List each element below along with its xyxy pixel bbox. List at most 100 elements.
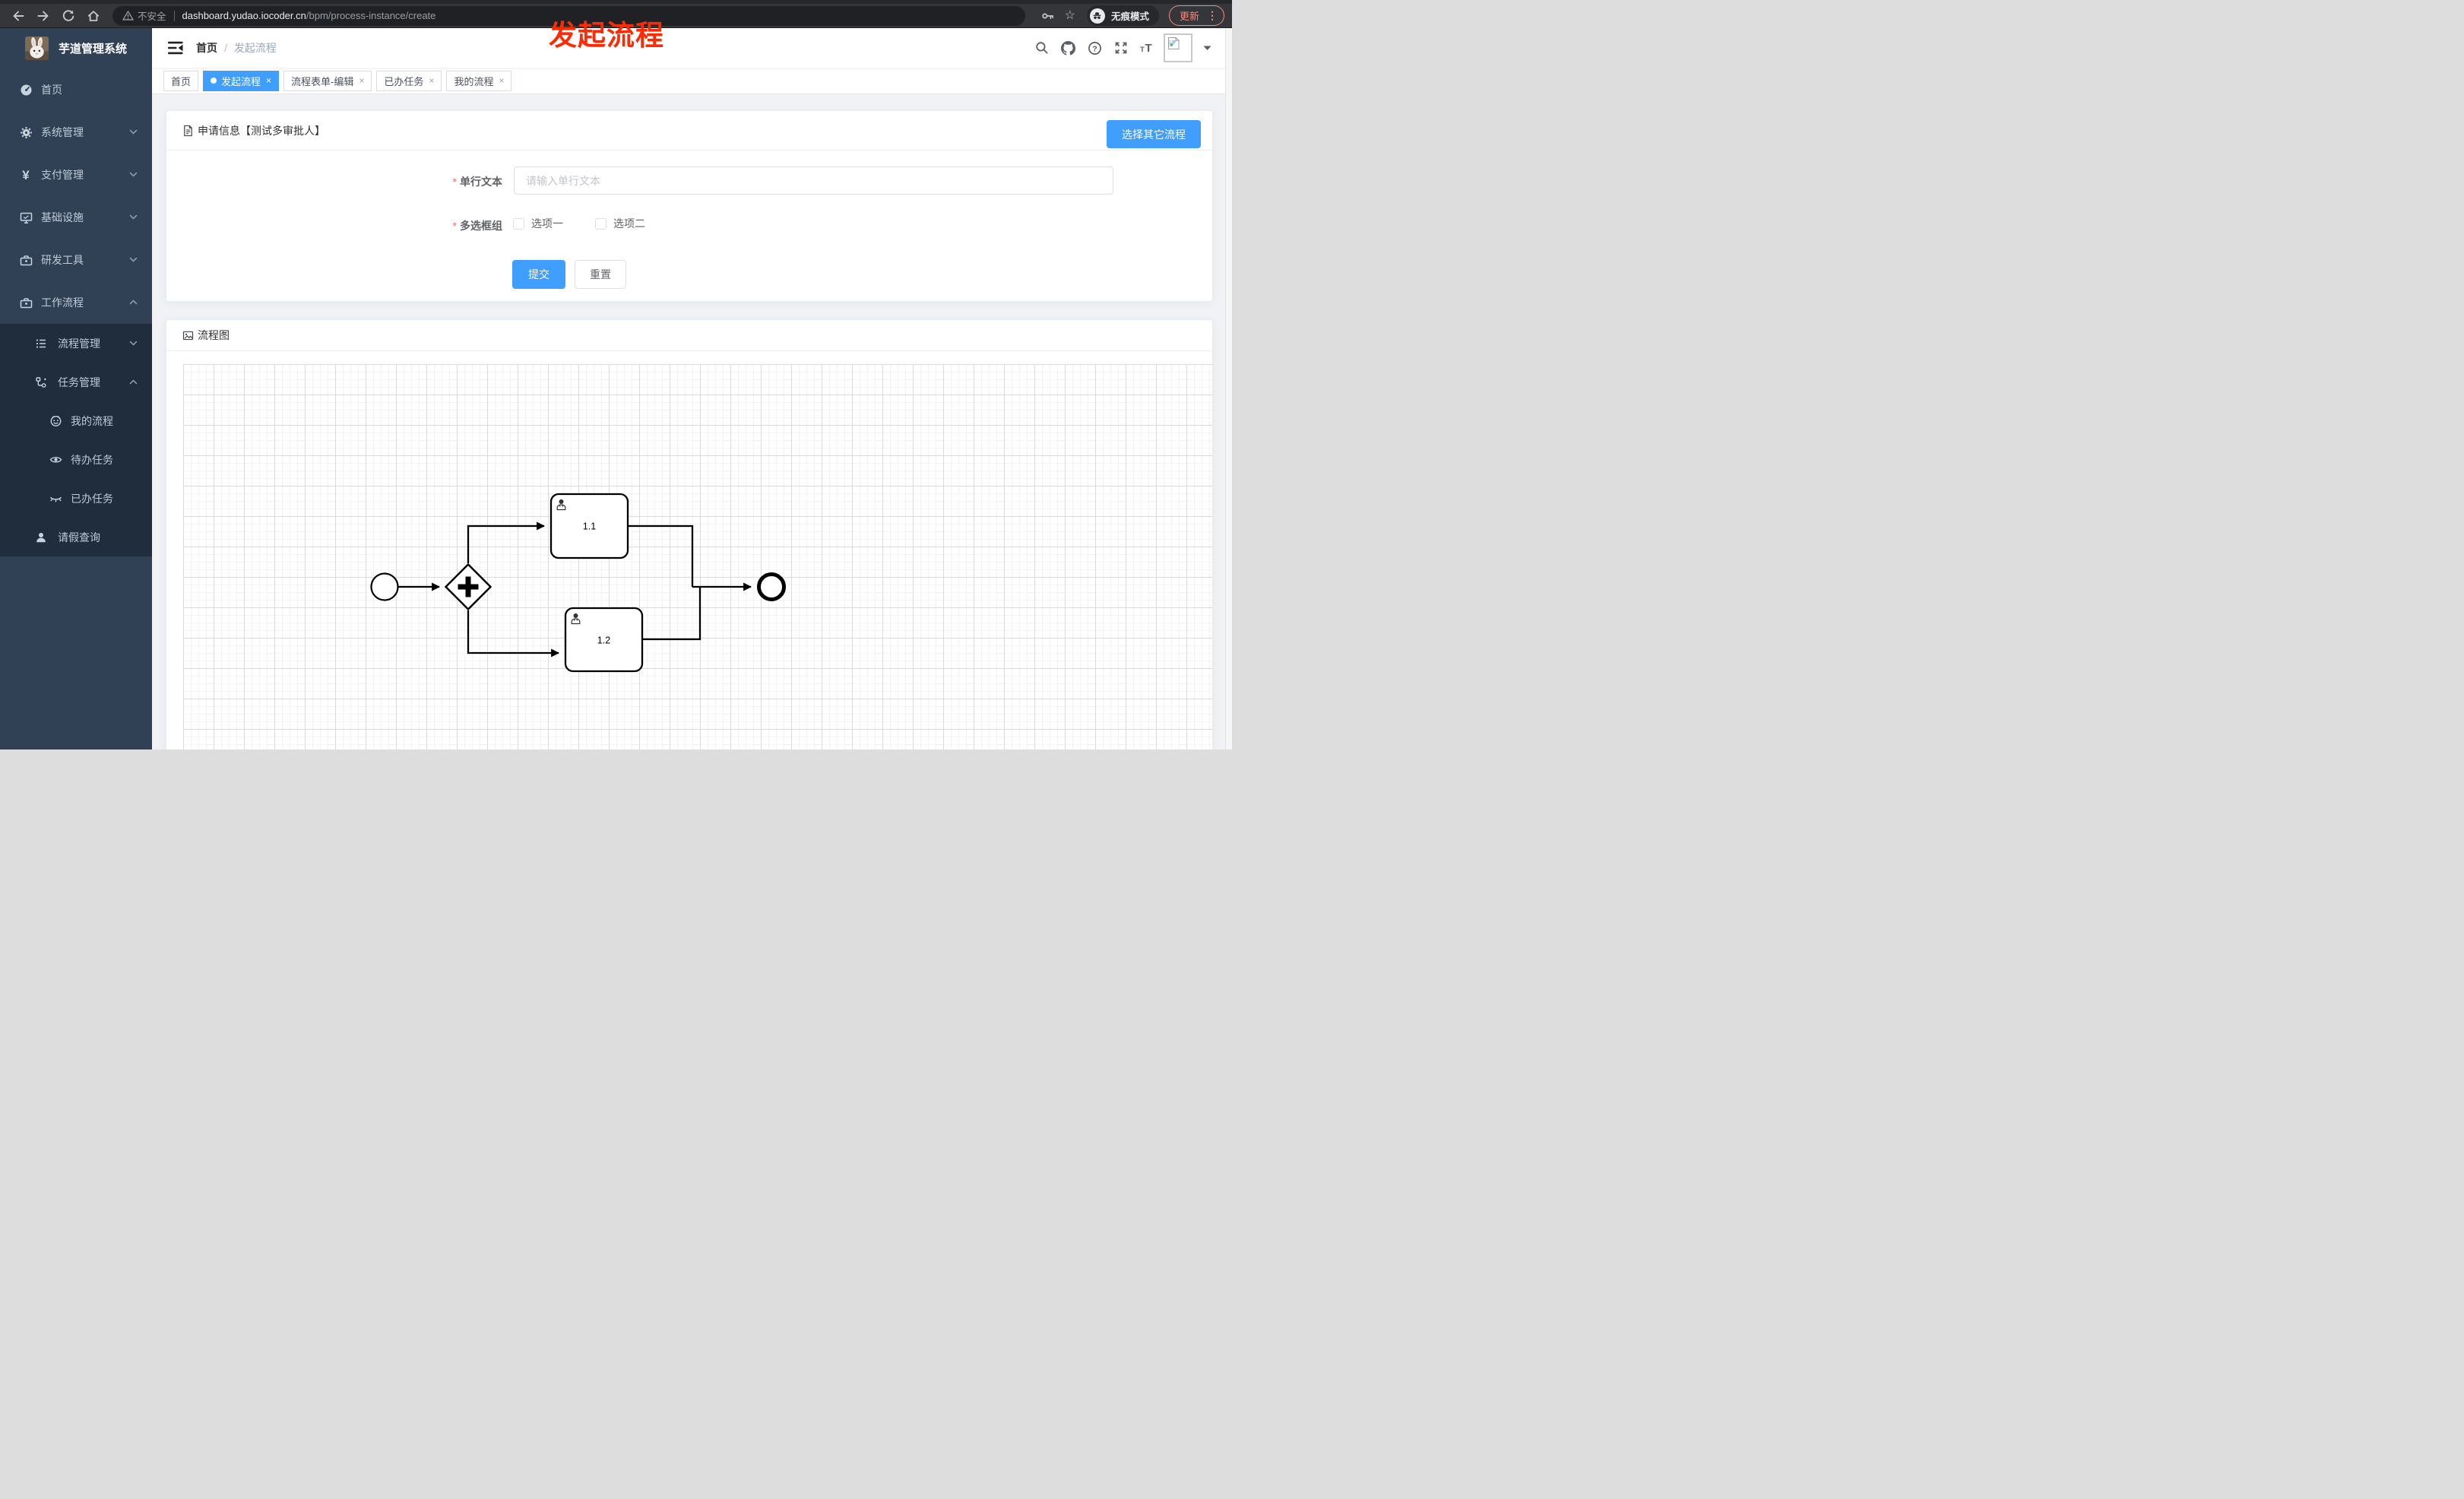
chevron-up-icon [129,379,138,385]
sidebar-item-process-mgmt[interactable]: 流程管理 [0,324,152,363]
sidebar-menu: 首页 系统管理 ¥ 支付管理 基础设施 研发工具 工作流程 流程管理 任务管理 … [0,68,152,556]
sidebar-item-workflow[interactable]: 工作流程 [0,281,152,324]
sidebar-item-infrastructure[interactable]: 基础设施 [0,196,152,239]
sidebar-logo[interactable]: 芋道管理系统 [0,28,152,68]
checkbox-option-2[interactable]: 选项二 [595,216,645,231]
update-label: 更新 [1179,11,1199,22]
sidebar-item-todo-tasks[interactable]: 待办任务 [0,440,152,479]
chevron-down-icon [129,257,138,263]
sidebar-item-label: 待办任务 [71,453,113,466]
navbar-tools: ? TT [1023,33,1211,62]
monitor-icon [19,211,33,224]
back-icon[interactable] [9,7,27,25]
page: 芋道管理系统 首页 系统管理 ¥ 支付管理 基础设施 研发工具 工作流程 流程管… [0,28,1232,750]
checkbox-label: 选项一 [531,217,563,230]
security-label[interactable]: 不安全 [138,8,166,23]
breadcrumb-current: 发起流程 [233,42,277,54]
avatar-caret-down-icon[interactable] [1203,46,1211,51]
github-icon[interactable] [1061,40,1075,55]
tab-process-form-edit[interactable]: 流程表单-编辑 × [283,70,372,91]
sidebar-item-payment[interactable]: ¥ 支付管理 [0,154,152,196]
search-icon[interactable] [1035,41,1049,55]
flow-task1-out[interactable] [628,524,694,587]
content: 申请信息【测试多审批人】 选择其它流程 *单行文本 *多选框组 选项一 选项 [152,94,1232,750]
scrollbar[interactable] [1225,28,1232,750]
diagram-card-header: 流程图 [166,320,1212,351]
help-icon[interactable]: ? [1088,41,1102,55]
close-icon[interactable]: × [359,76,364,85]
bookmark-star-icon[interactable]: ☆ [1064,8,1075,22]
avatar[interactable] [1164,33,1192,62]
tab-label: 流程表单-编辑 [291,75,354,87]
sidebar-item-my-process[interactable]: 我的流程 [0,401,152,440]
gear-icon [19,125,33,139]
sidebar-item-label: 已办任务 [71,492,113,505]
flow-task2-out[interactable] [642,587,702,641]
reset-button[interactable]: 重置 [575,260,626,289]
sidebar-item-done-tasks[interactable]: 已办任务 [0,479,152,518]
breadcrumb: 首页 / 发起流程 [196,40,277,55]
tab-start-process[interactable]: 发起流程 × [203,70,280,91]
checkbox-box[interactable] [513,217,524,230]
sidebar: 芋道管理系统 首页 系统管理 ¥ 支付管理 基础设施 研发工具 工作流程 流程管… [0,28,152,750]
app-title: 芋道管理系统 [59,43,128,55]
eye-icon [49,453,62,467]
logo-image [25,36,49,60]
chevron-down-icon [129,341,138,347]
checkbox-option-1[interactable]: 选项一 [513,216,563,231]
start-event-node[interactable] [370,572,399,601]
browser-menu-dots-icon[interactable]: ⋮ [1207,9,1218,22]
url-separator [173,10,175,21]
sidebar-item-leave-query[interactable]: 请假查询 [0,518,152,556]
tags-view: 首页 发起流程 × 流程表单-编辑 × 已办任务 × 我的流程 × [152,68,1232,94]
breadcrumb-separator: / [224,42,227,54]
reload-icon[interactable] [59,7,78,25]
sidebar-item-label: 研发工具 [41,254,84,266]
sidebar-item-label: 流程管理 [58,337,100,350]
fullscreen-icon[interactable] [1114,41,1128,55]
tree-list-icon [34,337,48,350]
submit-button[interactable]: 提交 [512,260,565,289]
sidebar-item-system[interactable]: 系统管理 [0,111,152,154]
parallel-gateway-node[interactable] [444,563,492,611]
checkbox-box[interactable] [595,217,606,230]
flow-gateway-to-task2[interactable] [467,610,560,658]
flow-gateway-to-task1[interactable] [467,521,546,563]
security-warning-icon[interactable] [122,10,134,21]
workflow-submenu: 流程管理 任务管理 我的流程 待办任务 已办任务 请假查询 [0,324,152,556]
star-glyph: ☆ [1064,8,1075,22]
picture-icon [182,330,194,341]
home-icon[interactable] [84,7,103,25]
tab-label: 首页 [171,75,192,87]
incognito-icon [1089,8,1105,24]
user-task-node-2[interactable]: 1.2 [564,607,644,673]
url-text[interactable]: dashboard.yudao.iocoder.cn/bpm/process-i… [182,10,436,21]
close-icon[interactable]: × [429,76,434,85]
tab-label: 发起流程 [221,75,261,87]
face-icon [49,414,62,428]
tab-home[interactable]: 首页 [163,70,199,91]
close-icon[interactable]: × [499,76,504,85]
single-line-text-input[interactable] [514,166,1113,195]
page-title-annotation: 发起流程 [549,20,664,51]
close-icon[interactable]: × [266,76,271,85]
user-task-node-1[interactable]: 1.1 [549,493,629,559]
sidebar-toggle-icon[interactable] [168,41,183,55]
end-event-node[interactable] [757,572,786,601]
tab-my-process[interactable]: 我的流程 × [446,70,512,91]
svg-text:T: T [1140,46,1145,54]
eye-closed-icon [49,492,62,505]
password-key-icon[interactable] [1041,9,1055,23]
active-tab-dot [211,78,217,84]
sidebar-item-dev-tools[interactable]: 研发工具 [0,239,152,281]
sidebar-item-home[interactable]: 首页 [0,68,152,111]
forward-icon[interactable] [34,7,52,25]
sidebar-item-task-mgmt[interactable]: 任务管理 [0,363,152,401]
url-path: /bpm/process-instance/create [306,10,436,21]
browser-update-button[interactable]: 更新 ⋮ [1168,5,1224,26]
bpmn-canvas[interactable]: 1.1 1.2 [183,364,1212,750]
breadcrumb-home[interactable]: 首页 [196,40,217,55]
choose-other-process-button[interactable]: 选择其它流程 [1107,120,1201,148]
font-size-icon[interactable]: TT [1140,41,1155,55]
tab-done-tasks[interactable]: 已办任务 × [376,70,442,91]
